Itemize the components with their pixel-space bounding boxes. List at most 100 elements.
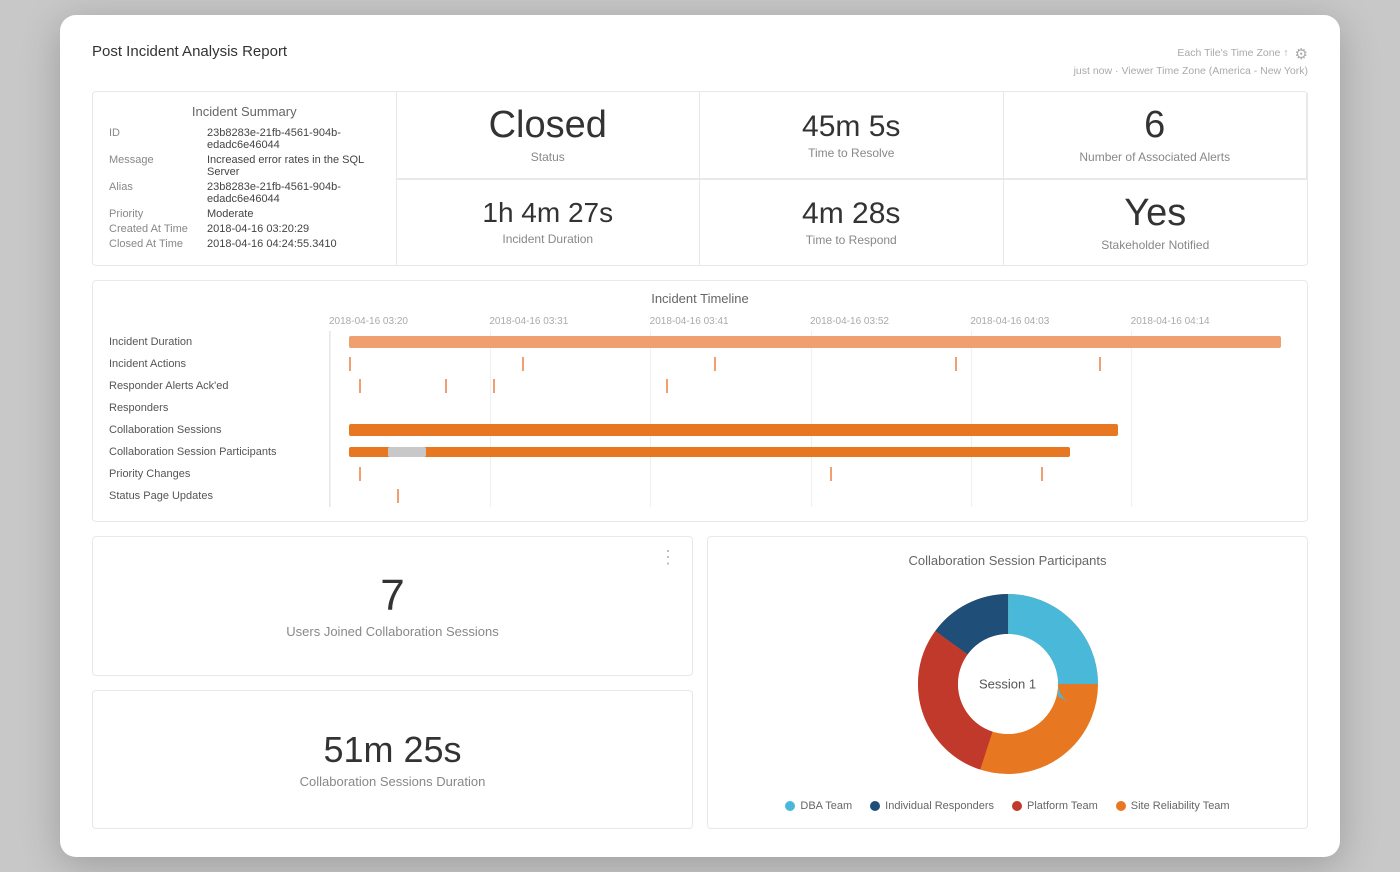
legend-label-dba: DBA Team — [800, 800, 852, 812]
summary-key-created: Created At Time — [109, 223, 199, 235]
bar-collab — [349, 424, 1118, 436]
legend-platform: Platform Team — [1012, 800, 1098, 812]
tl-col-1: 2018-04-16 03:31 — [489, 316, 649, 327]
tick-7a — [397, 489, 399, 503]
tick-1c — [714, 357, 716, 371]
tick-2b — [445, 379, 447, 393]
summary-row-created: Created At Time 2018-04-16 03:20:29 — [109, 223, 380, 235]
metric-alerts: 6 Number of Associated Alerts — [1004, 92, 1308, 179]
summary-key-priority: Priority — [109, 208, 199, 220]
summary-table: ID 23b8283e-21fb-4561-904b-edadc6e46044 … — [109, 127, 380, 253]
tl-label-1: Incident Actions — [109, 353, 329, 375]
report-card: Post Incident Analysis Report Each Tile'… — [60, 15, 1340, 857]
tl-col-3: 2018-04-16 03:52 — [810, 316, 970, 327]
sessions-duration-cell: 51m 25s Collaboration Sessions Duration — [92, 690, 693, 830]
metric-respond-value: 4m 28s — [802, 197, 900, 230]
collab-title: Collaboration Session Participants — [909, 553, 1107, 568]
summary-row-message: Message Increased error rates in the SQL… — [109, 154, 380, 178]
tl-bar-row-3 — [330, 397, 1291, 419]
bottom-left: ⋮ 7 Users Joined Collaboration Sessions … — [92, 536, 693, 829]
tl-label-2: Responder Alerts Ack'ed — [109, 375, 329, 397]
tick-6c — [1041, 467, 1043, 481]
top-metrics-grid: Incident Summary ID 23b8283e-21fb-4561-9… — [92, 91, 1308, 266]
metric-alerts-value: 6 — [1144, 105, 1165, 147]
summary-key-closed: Closed At Time — [109, 238, 199, 250]
summary-val-alias: 23b8283e-21fb-4561-904b-edadc6e46044 — [207, 181, 380, 205]
metric-status: Closed Status — [397, 92, 701, 179]
viewer-tz: just now · Viewer Time Zone (America - N… — [1074, 65, 1308, 77]
tl-bar-row-4 — [330, 419, 1291, 441]
legend-label-platform: Platform Team — [1027, 800, 1098, 812]
sessions-duration-value: 51m 25s — [323, 730, 461, 770]
tl-col-4: 2018-04-16 04:03 — [970, 316, 1130, 327]
tl-bar-row-1 — [330, 353, 1291, 375]
metric-respond: 4m 28s Time to Respond — [700, 179, 1004, 266]
legend-label-site-reliability: Site Reliability Team — [1131, 800, 1230, 812]
tick-1a — [349, 357, 351, 371]
header-row: Post Incident Analysis Report Each Tile'… — [92, 43, 1308, 77]
tick-1e — [1099, 357, 1101, 371]
timeline-bars — [329, 331, 1291, 507]
donut-legend: DBA Team Individual Responders Platform … — [785, 800, 1229, 812]
tl-bar-row-2 — [330, 375, 1291, 397]
metric-duration-label: Incident Duration — [502, 232, 593, 246]
timeline-labels: Incident Duration Incident Actions Respo… — [109, 331, 329, 507]
metric-stakeholder-value: Yes — [1124, 193, 1186, 235]
tl-label-7: Status Page Updates — [109, 485, 329, 507]
tl-label-5: Collaboration Session Participants — [109, 441, 329, 463]
tick-1b — [522, 357, 524, 371]
tick-2d — [666, 379, 668, 393]
tick-1d — [955, 357, 957, 371]
summary-val-closed: 2018-04-16 04:24:55.3410 — [207, 238, 337, 250]
tl-label-3: Responders — [109, 397, 329, 419]
metric-ttr-value: 45m 5s — [802, 110, 900, 143]
tl-label-6: Priority Changes — [109, 463, 329, 485]
header-right: Each Tile's Time Zone ↑ ⚙ just now · Vie… — [1074, 43, 1308, 77]
users-joined-value: 7 — [380, 572, 404, 620]
timeline-header: 2018-04-16 03:20 2018-04-16 03:31 2018-0… — [329, 316, 1291, 327]
legend-individual: Individual Responders — [870, 800, 994, 812]
gear-icon[interactable]: ⚙ — [1295, 45, 1308, 63]
report-title: Post Incident Analysis Report — [92, 43, 287, 60]
tick-2a — [359, 379, 361, 393]
tick-2c — [493, 379, 495, 393]
incident-summary-title: Incident Summary — [109, 104, 380, 119]
legend-dot-site-reliability — [1116, 801, 1126, 811]
three-dots-icon[interactable]: ⋮ — [659, 547, 678, 568]
metric-ttr-label: Time to Resolve — [808, 146, 894, 160]
summary-row-closed: Closed At Time 2018-04-16 04:24:55.3410 — [109, 238, 380, 250]
tick-6a — [359, 467, 361, 481]
tl-col-0: 2018-04-16 03:20 — [329, 316, 489, 327]
timeline-rows: Incident Duration Incident Actions Respo… — [109, 331, 1291, 507]
bar-collab-part2 — [388, 447, 426, 457]
metric-alerts-label: Number of Associated Alerts — [1079, 150, 1230, 164]
timeline-title: Incident Timeline — [109, 291, 1291, 306]
legend-label-individual: Individual Responders — [885, 800, 994, 812]
summary-row-priority: Priority Moderate — [109, 208, 380, 220]
legend-dot-individual — [870, 801, 880, 811]
summary-val-message: Increased error rates in the SQL Server — [207, 154, 380, 178]
users-joined-label: Users Joined Collaboration Sessions — [286, 624, 498, 639]
tick-6b — [830, 467, 832, 481]
metric-stakeholder: Yes Stakeholder Notified — [1004, 179, 1308, 266]
bar-collab-part — [349, 447, 1070, 457]
tl-label-0: Incident Duration — [109, 331, 329, 353]
summary-key-message: Message — [109, 154, 199, 178]
tl-label-4: Collaboration Sessions — [109, 419, 329, 441]
summary-row-id: ID 23b8283e-21fb-4561-904b-edadc6e46044 — [109, 127, 380, 151]
metric-respond-label: Time to Respond — [806, 233, 897, 247]
tl-col-5: 2018-04-16 04:14 — [1131, 316, 1291, 327]
summary-key-alias: Alias — [109, 181, 199, 205]
donut-center-label: Session 1 — [979, 677, 1036, 692]
summary-row-alias: Alias 23b8283e-21fb-4561-904b-edadc6e460… — [109, 181, 380, 205]
summary-key-id: ID — [109, 127, 199, 151]
legend-dba: DBA Team — [785, 800, 852, 812]
tl-col-2: 2018-04-16 03:41 — [650, 316, 810, 327]
tl-bar-row-6 — [330, 463, 1291, 485]
summary-val-priority: Moderate — [207, 208, 253, 220]
legend-dot-dba — [785, 801, 795, 811]
sessions-duration-label: Collaboration Sessions Duration — [300, 774, 486, 789]
metric-time-to-resolve: 45m 5s Time to Resolve — [700, 92, 1004, 179]
timezone-label: Each Tile's Time Zone ↑ — [1177, 47, 1288, 59]
users-joined-cell: ⋮ 7 Users Joined Collaboration Sessions — [92, 536, 693, 676]
